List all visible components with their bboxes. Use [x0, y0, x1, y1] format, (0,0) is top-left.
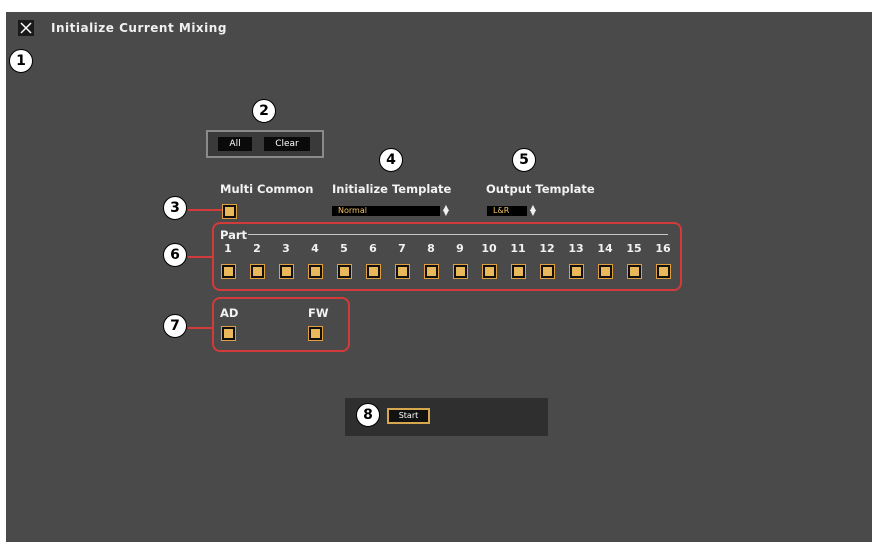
part-number: 1	[224, 242, 232, 255]
ad-label: AD	[220, 306, 239, 320]
part-3-checkbox[interactable]	[280, 265, 293, 278]
close-icon[interactable]	[18, 20, 34, 36]
callout-4: 4	[379, 148, 403, 172]
part-16-checkbox[interactable]	[657, 265, 670, 278]
part-10-checkbox[interactable]	[483, 265, 496, 278]
initialize-template-select[interactable]: Normal	[332, 206, 440, 216]
callout-5: 5	[512, 148, 536, 172]
window-title: Initialize Current Mixing	[51, 21, 227, 35]
all-clear-group: All Clear	[206, 130, 324, 158]
multi-common-checkbox[interactable]	[223, 205, 236, 218]
part-number: 15	[626, 242, 642, 255]
callout-1: 1	[9, 49, 33, 73]
part-number: 2	[253, 242, 261, 255]
part-number: 4	[311, 242, 319, 255]
part-number: 3	[282, 242, 290, 255]
part-14-checkbox[interactable]	[599, 265, 612, 278]
part-number: 10	[481, 242, 497, 255]
callout-6-connector	[188, 256, 212, 258]
part-7-checkbox[interactable]	[396, 265, 409, 278]
ad-checkbox[interactable]	[222, 327, 235, 340]
part-2-checkbox[interactable]	[251, 265, 264, 278]
part-8-checkbox[interactable]	[425, 265, 438, 278]
part-5-checkbox[interactable]	[338, 265, 351, 278]
part-1-checkbox[interactable]	[222, 265, 235, 278]
part-number: 7	[398, 242, 406, 255]
part-number: 6	[369, 242, 377, 255]
part-9-checkbox[interactable]	[454, 265, 467, 278]
output-template-stepper-icon[interactable]: ▲ ▼	[529, 204, 537, 217]
callout-7-connector	[188, 327, 212, 329]
callout-7: 7	[163, 314, 187, 338]
part-number: 11	[510, 242, 526, 255]
part-divider	[248, 234, 668, 235]
multi-common-label: Multi Common	[220, 182, 314, 196]
clear-button[interactable]: Clear	[264, 137, 310, 151]
callout-3: 3	[163, 196, 187, 220]
dialog-window: Initialize Current Mixing All Clear Mult…	[6, 12, 872, 542]
fw-label: FW	[308, 306, 329, 320]
part-number: 13	[568, 242, 584, 255]
part-number: 16	[655, 242, 671, 255]
part-12-checkbox[interactable]	[541, 265, 554, 278]
start-button[interactable]: Start	[387, 408, 430, 424]
part-highlight	[212, 222, 682, 291]
part-number: 12	[539, 242, 555, 255]
callout-6: 6	[163, 243, 187, 267]
all-button[interactable]: All	[218, 137, 252, 151]
part-4-checkbox[interactable]	[309, 265, 322, 278]
part-6-checkbox[interactable]	[367, 265, 380, 278]
part-13-checkbox[interactable]	[570, 265, 583, 278]
part-number: 8	[427, 242, 435, 255]
initialize-template-stepper-icon[interactable]: ▲ ▼	[442, 204, 450, 217]
callout-2: 2	[252, 99, 276, 123]
fw-checkbox[interactable]	[309, 327, 322, 340]
output-template-label: Output Template	[486, 182, 595, 196]
part-11-checkbox[interactable]	[512, 265, 525, 278]
part-15-checkbox[interactable]	[628, 265, 641, 278]
part-number: 5	[340, 242, 348, 255]
callout-8: 8	[356, 403, 380, 427]
initialize-template-label: Initialize Template	[332, 182, 452, 196]
part-number: 9	[456, 242, 464, 255]
part-number: 14	[597, 242, 613, 255]
callout-3-connector	[188, 209, 222, 211]
part-label: Part	[220, 228, 248, 242]
output-template-select[interactable]: L&R	[487, 206, 527, 216]
